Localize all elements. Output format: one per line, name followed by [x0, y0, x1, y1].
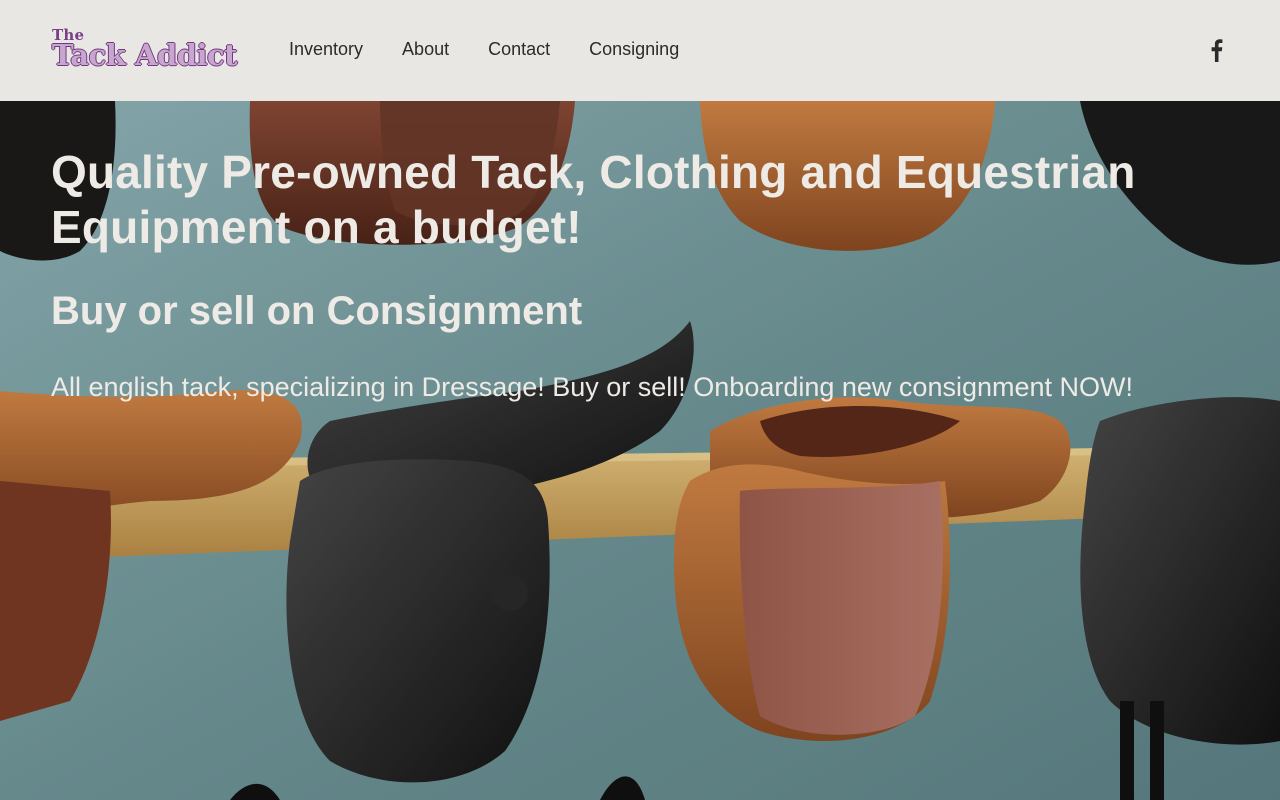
- hero-subheadline: Buy or sell on Consignment: [51, 289, 583, 333]
- hero-section: Quality Pre-owned Tack, Clothing and Equ…: [0, 101, 1280, 800]
- nav-link-about[interactable]: About: [402, 37, 449, 61]
- hero-headline: Quality Pre-owned Tack, Clothing and Equ…: [51, 146, 1136, 253]
- nav-link-contact[interactable]: Contact: [488, 37, 550, 61]
- nav-link-inventory[interactable]: Inventory: [289, 37, 363, 61]
- facebook-icon[interactable]: [1206, 38, 1226, 62]
- main-nav: Inventory About Contact Consigning: [289, 37, 718, 61]
- logo-name-text: Tack Addict: [52, 38, 238, 72]
- hero-tagline: All english tack, specializing in Dressa…: [51, 372, 1134, 402]
- nav-link-consigning[interactable]: Consigning: [589, 37, 679, 61]
- site-header: The Tack Addict Inventory About Contact …: [0, 0, 1280, 101]
- site-logo[interactable]: The Tack Addict: [52, 28, 247, 76]
